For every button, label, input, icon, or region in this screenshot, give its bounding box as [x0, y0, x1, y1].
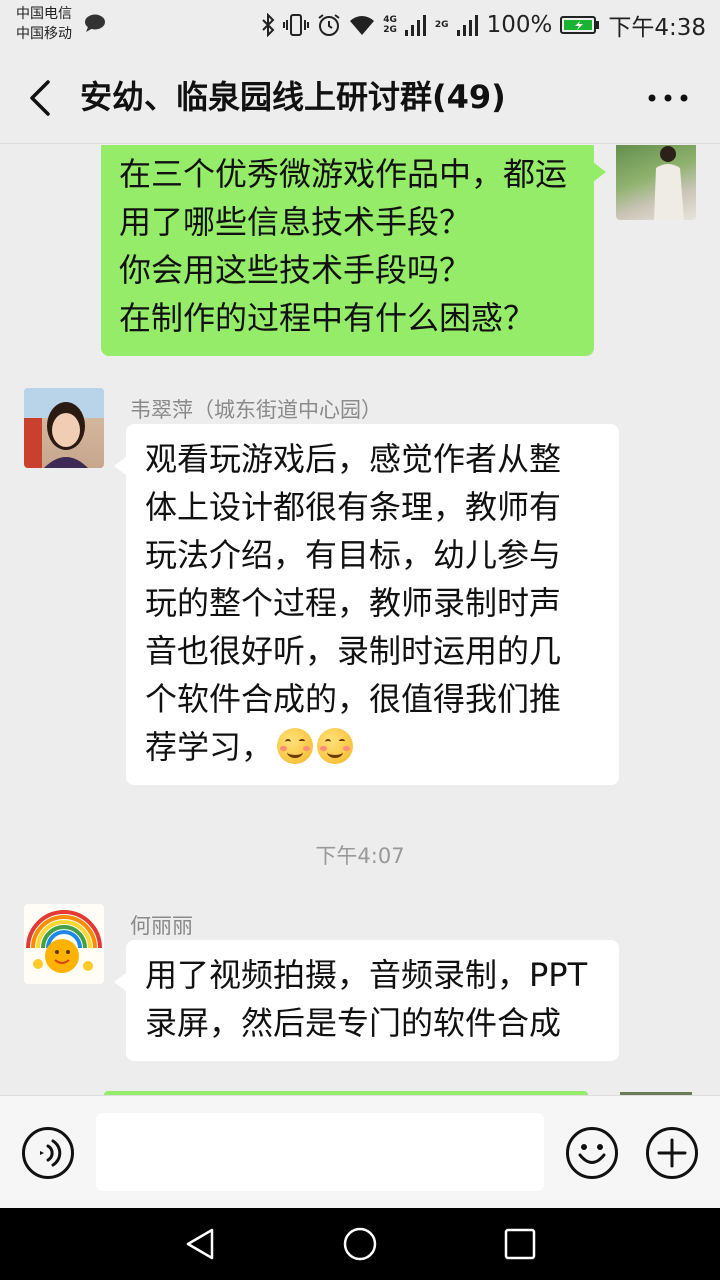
avatar-figure: [24, 388, 104, 468]
status-icons: 4G 2G 2G 100% 下午4:38: [261, 0, 706, 50]
blush-smile-emoji: [317, 728, 354, 764]
sender-avatar[interactable]: [24, 904, 104, 984]
received-message-bubble[interactable]: 用了视频拍摄，音频录制，PPT 录屏，然后是专门的软件合成: [114, 940, 619, 1061]
recents-square-icon[interactable]: [502, 1226, 538, 1262]
input-bar: [0, 1095, 720, 1208]
network-type-2: 2G: [434, 20, 449, 30]
received-message-bubble[interactable]: 观看玩游戏后，感觉作者从整 体上设计都很有条理，教师有 玩法介绍，有目标，幼儿参…: [114, 424, 619, 785]
message-line: 用了视频拍摄，音频录制，PPT: [145, 956, 588, 994]
more-dots-icon[interactable]: [646, 88, 690, 108]
avatar-figure: [26, 910, 102, 973]
carrier-info: 中国电信 中国移动: [16, 4, 72, 44]
wifi-icon: [350, 16, 375, 35]
message-line-last: 荐学习，: [145, 723, 599, 771]
sender-name: 韦翠萍（城东街道中心园）: [130, 398, 382, 422]
system-nav-bar: [0, 1208, 720, 1280]
voice-icon[interactable]: [21, 1126, 75, 1180]
status-time: 下午4:38: [608, 15, 706, 41]
network-type-1: 4G 2G: [383, 15, 397, 35]
status-bar: 中国电信 中国移动 4G 2G 2G 100% 下午4:38: [0, 0, 720, 50]
battery-icon: [560, 16, 600, 34]
sender-avatar[interactable]: [24, 388, 104, 468]
my-avatar[interactable]: [616, 145, 696, 220]
vibrate-icon: [283, 14, 310, 36]
message-input[interactable]: [96, 1113, 544, 1191]
signal-icon: [456, 15, 478, 36]
carrier-2: 中国移动: [16, 26, 72, 42]
message-icon: [85, 14, 105, 32]
message-line: 体上设计都很有条理，教师有: [145, 488, 562, 526]
message-line: 在三个优秀微游戏作品中，都运: [119, 155, 568, 193]
bluetooth-icon: [262, 13, 275, 37]
message-line: 观看玩游戏后，感觉作者从整: [145, 440, 562, 478]
message-text: 荐学习，: [145, 728, 274, 766]
alarm-icon: [318, 14, 340, 36]
emoji-face-icon[interactable]: [565, 1126, 619, 1180]
sent-message-bubble[interactable]: 在三个优秀微游戏作品中，都运 用了哪些信息技术手段？ 你会用这些技术手段吗？ 在…: [101, 145, 606, 356]
message-line: 玩法介绍，有目标，幼儿参与: [145, 536, 562, 574]
back-triangle-icon[interactable]: [182, 1226, 218, 1262]
message-line: 录屏，然后是专门的软件合成: [145, 1004, 562, 1042]
avatar-figure: [654, 146, 684, 220]
sender-name: 何丽丽: [130, 914, 193, 938]
chat-title: 安幼、临泉园线上研讨群(49): [80, 78, 506, 116]
message-line: 音也很好听，录制时运用的几: [145, 632, 562, 670]
message-line: 你会用这些技术手段吗？: [119, 251, 472, 289]
signal-icon: [404, 15, 426, 36]
carrier-1: 中国电信: [16, 6, 72, 22]
message-line: 在制作的过程中有什么困惑？: [119, 299, 536, 337]
message-list[interactable]: 在三个优秀微游戏作品中，都运 用了哪些信息技术手段？ 你会用这些技术手段吗？ 在…: [0, 145, 720, 1095]
message-line: 用了哪些信息技术手段？: [119, 203, 472, 241]
plus-icon[interactable]: [645, 1126, 699, 1180]
home-circle-icon[interactable]: [342, 1226, 378, 1262]
message-line: 个软件合成的，很值得我们推: [145, 680, 562, 718]
chat-header: 安幼、临泉园线上研讨群(49): [0, 50, 720, 144]
blush-smile-emoji: [277, 728, 314, 764]
battery-percent: 100%: [486, 12, 553, 38]
time-divider: 下午4:07: [315, 844, 405, 868]
chevron-left-icon[interactable]: [22, 76, 62, 120]
message-line: 玩的整个过程，教师录制时声: [145, 584, 562, 622]
